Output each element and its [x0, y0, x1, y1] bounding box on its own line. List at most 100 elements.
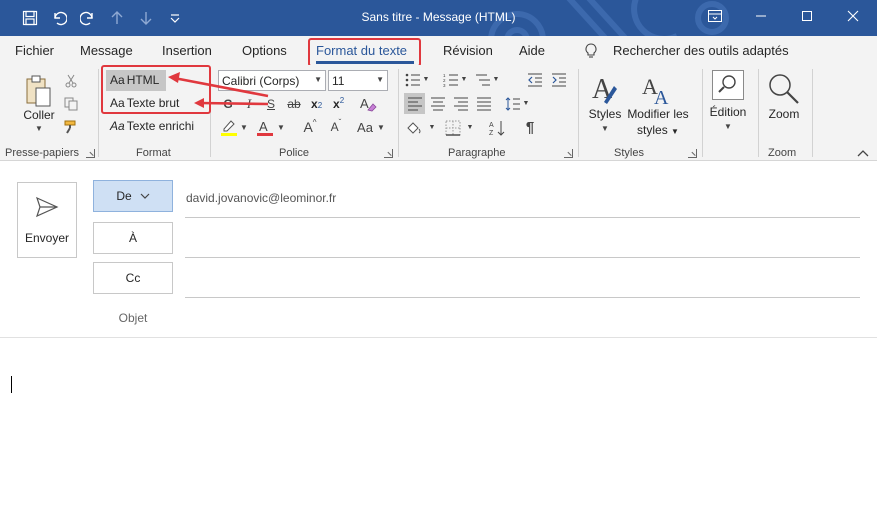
group-separator	[98, 69, 99, 157]
change-case-button[interactable]: Aa	[354, 118, 376, 136]
editing-dropdown-icon[interactable]: ▼	[722, 121, 734, 131]
superscript-button[interactable]: x2	[333, 96, 344, 111]
from-value: david.jovanovic@leominor.fr	[186, 191, 337, 205]
numbering-dropdown-icon[interactable]: ▼	[460, 73, 468, 85]
line-spacing-icon[interactable]	[503, 94, 522, 113]
clipboard-group-label: Presse-papiers	[5, 147, 79, 159]
send-button[interactable]: Envoyer	[17, 182, 77, 258]
change-case-dropdown-icon[interactable]: ▼	[376, 121, 386, 133]
svg-text:A: A	[654, 87, 669, 106]
search-tell-me[interactable]: Rechercher des outils adaptés	[613, 43, 789, 58]
collapse-ribbon-icon[interactable]	[856, 147, 870, 159]
bullets-dropdown-icon[interactable]: ▼	[422, 73, 430, 85]
tab-aide[interactable]: Aide	[519, 43, 545, 58]
numbering-icon[interactable]: 123	[442, 71, 460, 89]
shading-icon[interactable]	[404, 118, 424, 137]
font-size-select[interactable]: 11 ▼	[328, 70, 388, 91]
format-aa-glyph: Aa	[110, 119, 125, 133]
strikethrough-button[interactable]: ab	[285, 95, 303, 113]
tab-revision[interactable]: Révision	[443, 43, 493, 58]
superscript-glyph: x	[333, 97, 340, 111]
format-group-label: Format	[136, 147, 171, 159]
pilcrow-icon[interactable]: ¶	[520, 118, 540, 137]
font-launcher-icon[interactable]	[384, 149, 393, 158]
maximize-button[interactable]	[784, 0, 830, 32]
group-separator	[398, 69, 399, 157]
multilevel-list-icon[interactable]	[474, 71, 492, 89]
align-right-icon[interactable]	[451, 94, 470, 113]
font-color-icon[interactable]: A	[256, 118, 274, 138]
group-separator	[758, 69, 759, 157]
line-spacing-dropdown-icon[interactable]: ▼	[522, 97, 530, 109]
close-button[interactable]	[830, 0, 876, 32]
svg-text:A: A	[259, 119, 268, 134]
cut-icon[interactable]	[63, 73, 79, 89]
decrease-indent-icon[interactable]	[526, 71, 544, 89]
paragraph-launcher-icon[interactable]	[564, 149, 573, 158]
borders-icon[interactable]	[443, 118, 463, 137]
subscript-button[interactable]: x2	[311, 97, 322, 111]
from-button[interactable]: De	[93, 180, 173, 212]
from-divider	[185, 217, 860, 218]
clipboard-launcher-icon[interactable]	[86, 149, 95, 158]
shrink-font-glyph: A	[330, 120, 339, 134]
svg-text:A: A	[592, 74, 613, 105]
clear-formatting-icon[interactable]: A	[358, 94, 378, 114]
text-caret	[11, 376, 12, 393]
shading-dropdown-icon[interactable]: ▼	[428, 121, 436, 133]
modify-styles-icon[interactable]: AA	[642, 71, 674, 107]
cc-input[interactable]	[185, 264, 860, 296]
tab-message[interactable]: Message	[80, 43, 133, 58]
message-body[interactable]	[0, 339, 877, 520]
shrink-font-button[interactable]: Aˇ	[326, 118, 346, 136]
increase-indent-icon[interactable]	[550, 71, 568, 89]
subject-input[interactable]	[185, 304, 860, 334]
cc-button[interactable]: Cc	[93, 262, 173, 294]
subscript-mark: 2	[317, 101, 323, 110]
editing-label[interactable]: Édition	[704, 104, 752, 120]
styles-icon[interactable]: A	[589, 71, 621, 107]
format-rich-label: Texte enrichi	[126, 119, 195, 133]
svg-text:A: A	[360, 96, 369, 111]
styles-dropdown-icon[interactable]: ▼	[599, 123, 611, 133]
chevron-down-icon	[140, 193, 150, 199]
styles-label[interactable]: Styles	[585, 106, 625, 122]
modify-styles-label-2-text: styles	[637, 123, 668, 137]
copy-icon[interactable]	[63, 96, 79, 112]
modify-styles-label-2[interactable]: styles ▼	[626, 122, 690, 140]
paste-icon[interactable]	[22, 73, 56, 111]
subject-label: Objet	[118, 311, 148, 325]
search-icon	[718, 75, 736, 93]
highlight-icon[interactable]	[220, 118, 238, 138]
send-label: Envoyer	[24, 231, 70, 245]
bullets-icon[interactable]	[404, 71, 422, 89]
justify-icon[interactable]	[474, 94, 493, 113]
paste-dropdown-icon[interactable]: ▼	[32, 123, 46, 133]
highlight-dropdown-icon[interactable]: ▼	[239, 121, 249, 133]
styles-launcher-icon[interactable]	[688, 149, 697, 158]
to-button[interactable]: À	[93, 222, 173, 254]
align-left-icon[interactable]	[405, 94, 424, 113]
multilevel-dropdown-icon[interactable]: ▼	[492, 73, 500, 85]
font-color-dropdown-icon[interactable]: ▼	[276, 121, 286, 133]
borders-dropdown-icon[interactable]: ▼	[466, 121, 474, 133]
tab-options[interactable]: Options	[242, 43, 287, 58]
to-input[interactable]	[185, 224, 860, 256]
annotation-box-tab	[308, 38, 421, 67]
grow-font-button[interactable]: A ^	[300, 118, 320, 136]
paste-label[interactable]: Coller	[18, 107, 60, 123]
minimize-button[interactable]	[738, 0, 784, 32]
modify-styles-label-1[interactable]: Modifier les	[626, 106, 690, 122]
align-center-icon[interactable]	[428, 94, 447, 113]
ribbon-display-icon[interactable]	[692, 0, 738, 32]
format-painter-icon[interactable]	[63, 119, 79, 135]
format-rich-button[interactable]: Aa Texte enrichi	[110, 119, 194, 133]
zoom-label[interactable]: Zoom	[760, 106, 808, 122]
tab-fichier[interactable]: Fichier	[15, 43, 54, 58]
annotation-arrows	[168, 72, 269, 108]
editing-button[interactable]	[712, 70, 744, 100]
zoom-icon[interactable]	[766, 71, 802, 107]
sort-icon[interactable]: AZ	[488, 118, 508, 137]
send-icon	[35, 196, 59, 218]
tab-insertion[interactable]: Insertion	[162, 43, 212, 58]
